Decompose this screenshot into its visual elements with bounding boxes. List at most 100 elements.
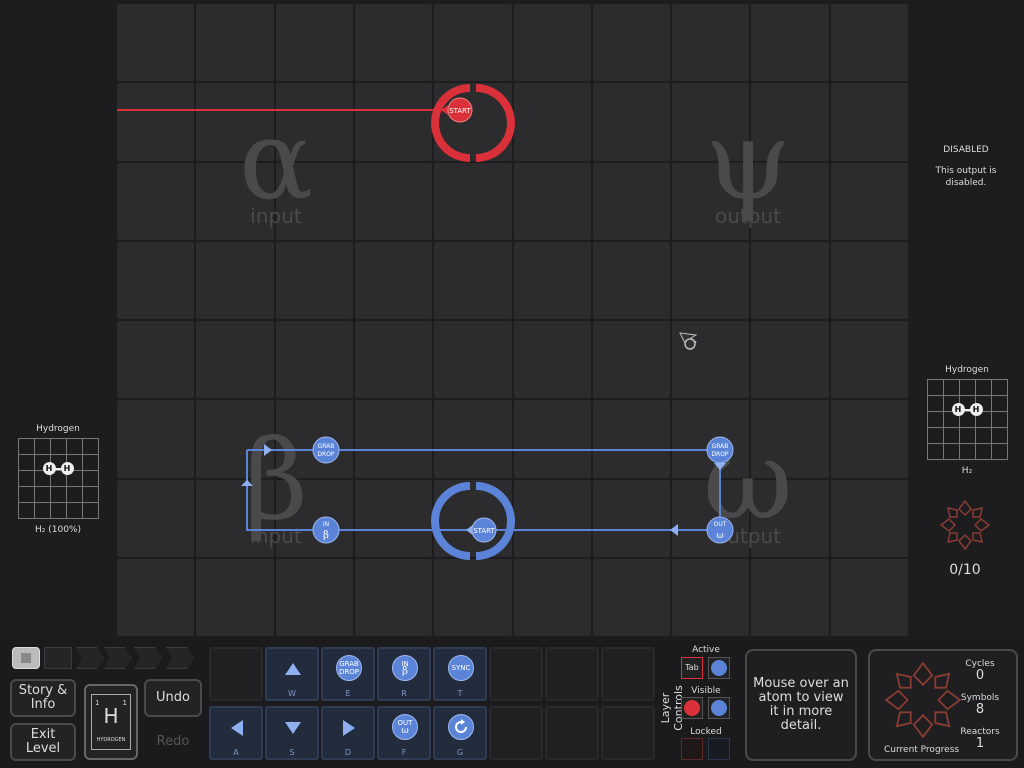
active-red-tab[interactable]: Tab: [681, 657, 703, 679]
grid-cell[interactable]: [117, 558, 195, 636]
grid-cell[interactable]: [751, 83, 829, 161]
grid-cell[interactable]: [751, 400, 829, 478]
grid-cell[interactable]: [434, 400, 512, 478]
grid-cell[interactable]: [275, 83, 353, 161]
stop-button[interactable]: [12, 647, 40, 669]
grid-cell[interactable]: [117, 479, 195, 557]
locked-blue-toggle[interactable]: [708, 738, 730, 760]
grid-cell[interactable]: [672, 83, 750, 161]
grid-cell[interactable]: [434, 241, 512, 319]
grid-cell[interactable]: [275, 4, 353, 82]
input-beta-instruction[interactable]: IN β R: [377, 647, 431, 701]
grid-cell[interactable]: [672, 558, 750, 636]
grid-cell[interactable]: [354, 241, 433, 319]
grid-cell[interactable]: [196, 479, 274, 557]
exit-level-button[interactable]: Exit Level: [10, 723, 76, 761]
blue-output-omega-node[interactable]: OUT ω: [706, 516, 734, 544]
grid-cell[interactable]: [117, 321, 195, 399]
grid-cell[interactable]: [751, 4, 829, 82]
grid-cell[interactable]: [592, 4, 671, 82]
grid-cell[interactable]: [672, 4, 750, 82]
grid-cell[interactable]: [830, 321, 908, 399]
locked-red-toggle[interactable]: [681, 738, 703, 760]
grid-cell[interactable]: [275, 479, 353, 557]
grid-cell[interactable]: [275, 241, 353, 319]
grid-cell[interactable]: [354, 558, 433, 636]
grid-cell[interactable]: [354, 162, 433, 240]
sync-instruction[interactable]: SYNC T: [433, 647, 487, 701]
blue-start-node[interactable]: START: [471, 517, 497, 543]
grid-cell[interactable]: [434, 4, 512, 82]
grid-cell[interactable]: [830, 558, 908, 636]
grid-cell[interactable]: [830, 83, 908, 161]
grid-cell[interactable]: [592, 400, 671, 478]
grid-cell[interactable]: [751, 479, 829, 557]
grid-cell[interactable]: [592, 162, 671, 240]
grid-cell[interactable]: [275, 162, 353, 240]
grid-cell[interactable]: [196, 241, 274, 319]
grid-cell[interactable]: [830, 4, 908, 82]
grid-cell[interactable]: [672, 162, 750, 240]
grid-cell[interactable]: [434, 162, 512, 240]
grid-cell[interactable]: [434, 321, 512, 399]
grid-cell[interactable]: [513, 321, 591, 399]
grid-cell[interactable]: [196, 558, 274, 636]
grid-cell[interactable]: [117, 162, 195, 240]
grid-cell[interactable]: [513, 241, 591, 319]
output-omega-instruction[interactable]: OUT ω F: [377, 706, 431, 760]
move-up-instruction[interactable]: W: [265, 647, 319, 701]
grid-cell[interactable]: [830, 162, 908, 240]
grid-cell[interactable]: [513, 83, 591, 161]
grid-cell[interactable]: [196, 4, 274, 82]
grid-cell[interactable]: [117, 83, 195, 161]
redo-button[interactable]: Redo: [144, 723, 202, 761]
grid-cell[interactable]: [354, 4, 433, 82]
grid-cell[interactable]: [592, 321, 671, 399]
grid-cell[interactable]: [751, 321, 829, 399]
grid-cell[interactable]: [513, 400, 591, 478]
blue-input-beta-node[interactable]: IN β: [312, 516, 340, 544]
grid-cell[interactable]: [830, 479, 908, 557]
visible-blue-toggle[interactable]: [708, 697, 730, 719]
grid-cell[interactable]: [672, 321, 750, 399]
grid-cell[interactable]: [830, 400, 908, 478]
rotate-instruction[interactable]: G: [433, 706, 487, 760]
grid-cell[interactable]: [513, 162, 591, 240]
grid-cell[interactable]: [672, 479, 750, 557]
grid-cell[interactable]: [513, 4, 591, 82]
grid-cell[interactable]: [751, 558, 829, 636]
grid-cell[interactable]: [592, 479, 671, 557]
grid-cell[interactable]: [196, 400, 274, 478]
reactor-grid[interactable]: [117, 4, 908, 636]
grid-cell[interactable]: [672, 241, 750, 319]
grid-cell[interactable]: [592, 83, 671, 161]
grid-cell[interactable]: [751, 241, 829, 319]
grid-cell[interactable]: [513, 558, 591, 636]
grab-drop-instruction[interactable]: GRAB DROP E: [321, 647, 375, 701]
red-start-node[interactable]: START: [447, 97, 473, 123]
output-molecule-preview[interactable]: Hydrogen H H H₂: [925, 365, 1009, 476]
grid-cell[interactable]: [354, 400, 433, 478]
grid-cell[interactable]: [354, 479, 433, 557]
grid-cell[interactable]: [196, 321, 274, 399]
grid-cell[interactable]: [830, 241, 908, 319]
visible-red-toggle[interactable]: [681, 697, 703, 719]
grid-cell[interactable]: [513, 479, 591, 557]
grid-cell[interactable]: [434, 558, 512, 636]
blue-grab-drop-node-right[interactable]: GRAB DROP: [706, 436, 734, 464]
grid-cell[interactable]: [196, 162, 274, 240]
grid-cell[interactable]: [196, 83, 274, 161]
grid-cell[interactable]: [117, 241, 195, 319]
grid-cell[interactable]: [672, 400, 750, 478]
undo-button[interactable]: Undo: [144, 679, 202, 717]
grid-cell[interactable]: [354, 321, 433, 399]
grid-cell[interactable]: [117, 400, 195, 478]
active-blue-toggle[interactable]: [708, 657, 730, 679]
move-right-instruction[interactable]: D: [321, 706, 375, 760]
grid-cell[interactable]: [275, 558, 353, 636]
blue-grab-drop-node-left[interactable]: GRAB DROP: [312, 436, 340, 464]
grid-cell[interactable]: [275, 400, 353, 478]
grid-cell[interactable]: [354, 83, 433, 161]
grid-cell[interactable]: [117, 4, 195, 82]
pause-button[interactable]: [44, 647, 72, 669]
